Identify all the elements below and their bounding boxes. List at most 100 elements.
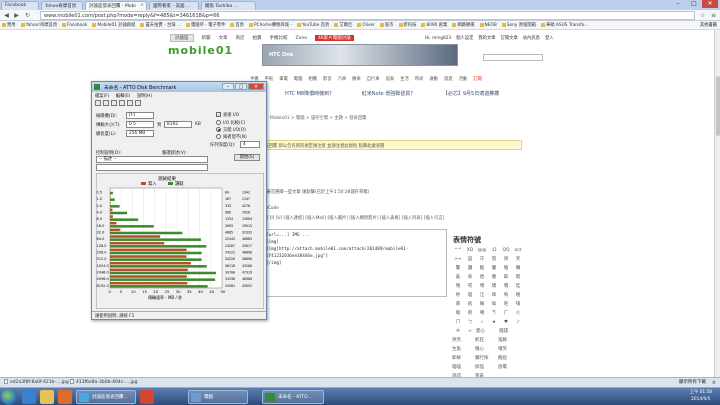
emoji-item[interactable]: ★: [488, 320, 500, 325]
category-item[interactable]: 訂閱: [473, 76, 482, 82]
emoji-item[interactable]: 咩: [488, 292, 500, 298]
category-item[interactable]: 汽車: [338, 76, 347, 82]
emoji-item[interactable]: ㄏ: [500, 310, 512, 316]
emoji-item[interactable]: 吼: [464, 301, 476, 307]
emoji-item[interactable]: 羞: [452, 274, 464, 280]
emoji-item[interactable]: 讚: [464, 265, 476, 271]
user-link[interactable]: 個人設定: [456, 35, 473, 41]
help-icon[interactable]: [135, 100, 141, 106]
bookmark-item[interactable]: 露天拍賣 - 台灣 ...: [140, 21, 181, 29]
user-link[interactable]: 登入: [545, 35, 554, 41]
ie-icon[interactable]: [22, 390, 36, 404]
emoji-item[interactable]: 呼: [452, 292, 464, 298]
category-item[interactable]: 居家: [386, 76, 395, 82]
show-all-downloads-link[interactable]: 顯示所有下載: [679, 379, 706, 387]
emoji-item[interactable]: 嗚: [500, 292, 512, 298]
start-button[interactable]: [1, 389, 17, 405]
start-button[interactable]: 開始(S): [234, 154, 260, 161]
task-computer[interactable]: 電腦: [188, 390, 248, 404]
headline-link[interactable]: 【必芯】9月5日適遊推薦: [443, 90, 499, 97]
site-logo[interactable]: mobile01: [168, 44, 263, 60]
emoji-text-item[interactable]: 哭笑: [452, 337, 475, 343]
bookmark-item[interactable]: 實用: [2, 21, 16, 29]
bookmark-item[interactable]: 新科技: [398, 21, 416, 29]
site-nav-item[interactable]: 拍賣: [253, 35, 262, 41]
emoji-item[interactable]: 暈: [488, 265, 500, 271]
back-icon[interactable]: ◀: [2, 11, 11, 20]
emoji-text-item[interactable]: 翹屁: [498, 355, 521, 361]
site-nav-item[interactable]: Zone: [296, 36, 307, 41]
emoji-item[interactable]: 厚: [452, 301, 464, 307]
tab-close-icon[interactable]: ×: [140, 3, 144, 8]
reply-textarea[interactable]: [url=...] IMG ... [img] [img]http://attach…: [262, 229, 447, 297]
emoji-item[interactable]: 哇: [512, 283, 524, 289]
category-item[interactable]: 運動: [429, 76, 438, 82]
bookmark-item[interactable]: 首頁: [230, 21, 244, 29]
emoji-text-item[interactable]: 生氣: [452, 346, 475, 352]
emoji-item[interactable]: 嘿: [476, 283, 488, 289]
emoji-item[interactable]: 哎: [464, 283, 476, 289]
bookmark-item[interactable]: PChome購物商城 -: [248, 21, 292, 29]
desc-input[interactable]: -- 描述 --: [96, 156, 208, 163]
category-item[interactable]: 生活: [400, 76, 409, 82]
emoji-item[interactable]: 驚: [452, 265, 464, 271]
drive-select[interactable]: [f-]: [126, 112, 154, 119]
search-input[interactable]: [483, 54, 543, 61]
direct-io-checkbox[interactable]: ✓: [216, 112, 221, 117]
category-item[interactable]: 相機: [308, 76, 317, 82]
emoji-item[interactable]: 噗: [488, 283, 500, 289]
copy-icon[interactable]: [127, 100, 133, 106]
emoji-item[interactable]: 囧: [464, 256, 476, 262]
clock[interactable]: 上午 01:58 2014/9/5: [690, 389, 712, 403]
opera-icon[interactable]: [140, 390, 154, 404]
emoji-item[interactable]: 哭: [500, 256, 512, 262]
emoji-text-item[interactable]: 錢錢: [499, 328, 522, 334]
verify-input[interactable]: [96, 164, 208, 171]
site-nav-item[interactable]: 討論區: [170, 34, 194, 42]
bookmark-item[interactable]: 艾爾佳: [334, 21, 352, 29]
user-link[interactable]: Hi, ming823: [425, 36, 451, 41]
emoji-item[interactable]: 哈: [476, 274, 488, 280]
media-icon[interactable]: [58, 390, 72, 404]
bookmark-item[interactable]: Mobile01 討論群組: [92, 21, 135, 29]
emoji-item[interactable]: 嘻: [512, 292, 524, 298]
task-browser[interactable]: 討論區發表回覆...: [76, 390, 136, 404]
emoji-item[interactable]: 怒: [488, 256, 500, 262]
emoji-item[interactable]: ∞: [464, 329, 476, 334]
category-item[interactable]: 影音: [323, 76, 332, 82]
explorer-icon[interactable]: [40, 390, 54, 404]
atto-close-button[interactable]: ✕: [248, 83, 264, 90]
emoji-item[interactable]: ㄅ: [464, 319, 476, 325]
site-nav-item[interactable]: 文章: [219, 35, 228, 41]
bookmark-item[interactable]: 股市: [379, 21, 394, 29]
print-icon[interactable]: [119, 100, 125, 106]
user-link[interactable]: 站內訊息: [523, 35, 540, 41]
emoji-item[interactable]: 汪: [476, 292, 488, 298]
bookmark-item[interactable]: 華碩 ASUS Transfo...: [540, 21, 588, 29]
emoji-item[interactable]: orz: [512, 248, 524, 253]
page-scrollbar[interactable]: [714, 30, 720, 386]
emoji-item[interactable]: 吧: [464, 310, 476, 316]
bookmark-item[interactable]: 網路硬碟: [452, 21, 475, 29]
atto-minimize-button[interactable]: –: [222, 83, 234, 90]
bookmark-item[interactable]: Oliver: [357, 21, 375, 29]
new-icon[interactable]: [95, 100, 101, 106]
reload-icon[interactable]: ↻: [23, 11, 32, 20]
tab-yahoo[interactable]: Yahoo奇摩首頁: [41, 1, 83, 10]
emoji-item[interactable]: 酷: [476, 265, 488, 271]
menu-help[interactable]: 說明(H): [137, 93, 152, 99]
emoji-item[interactable]: ※: [452, 329, 464, 334]
bookmark-item[interactable]: 電腦帝 - 電子零件: [186, 21, 225, 29]
emoji-text-item[interactable]: 傷心: [475, 346, 498, 352]
emoji-item[interactable]: 笑: [512, 256, 524, 262]
emoji-text-item[interactable]: 抓狂: [475, 337, 498, 343]
emoji-item[interactable]: 嘔: [452, 310, 464, 316]
site-nav-item[interactable]: 4K影片電腦討論: [314, 35, 354, 41]
atto-maximize-button[interactable]: □: [235, 83, 247, 90]
emoji-item[interactable]: ㄍ: [512, 310, 524, 316]
close-icon[interactable]: ×: [712, 379, 716, 387]
emoji-text-item[interactable]: 鬼臉: [498, 337, 521, 343]
emoji-item[interactable]: XD: [464, 248, 476, 253]
headline-link[interactable]: 紅米Note 增強聯發貨?: [362, 90, 413, 97]
close-button[interactable]: ✕: [702, 0, 718, 8]
